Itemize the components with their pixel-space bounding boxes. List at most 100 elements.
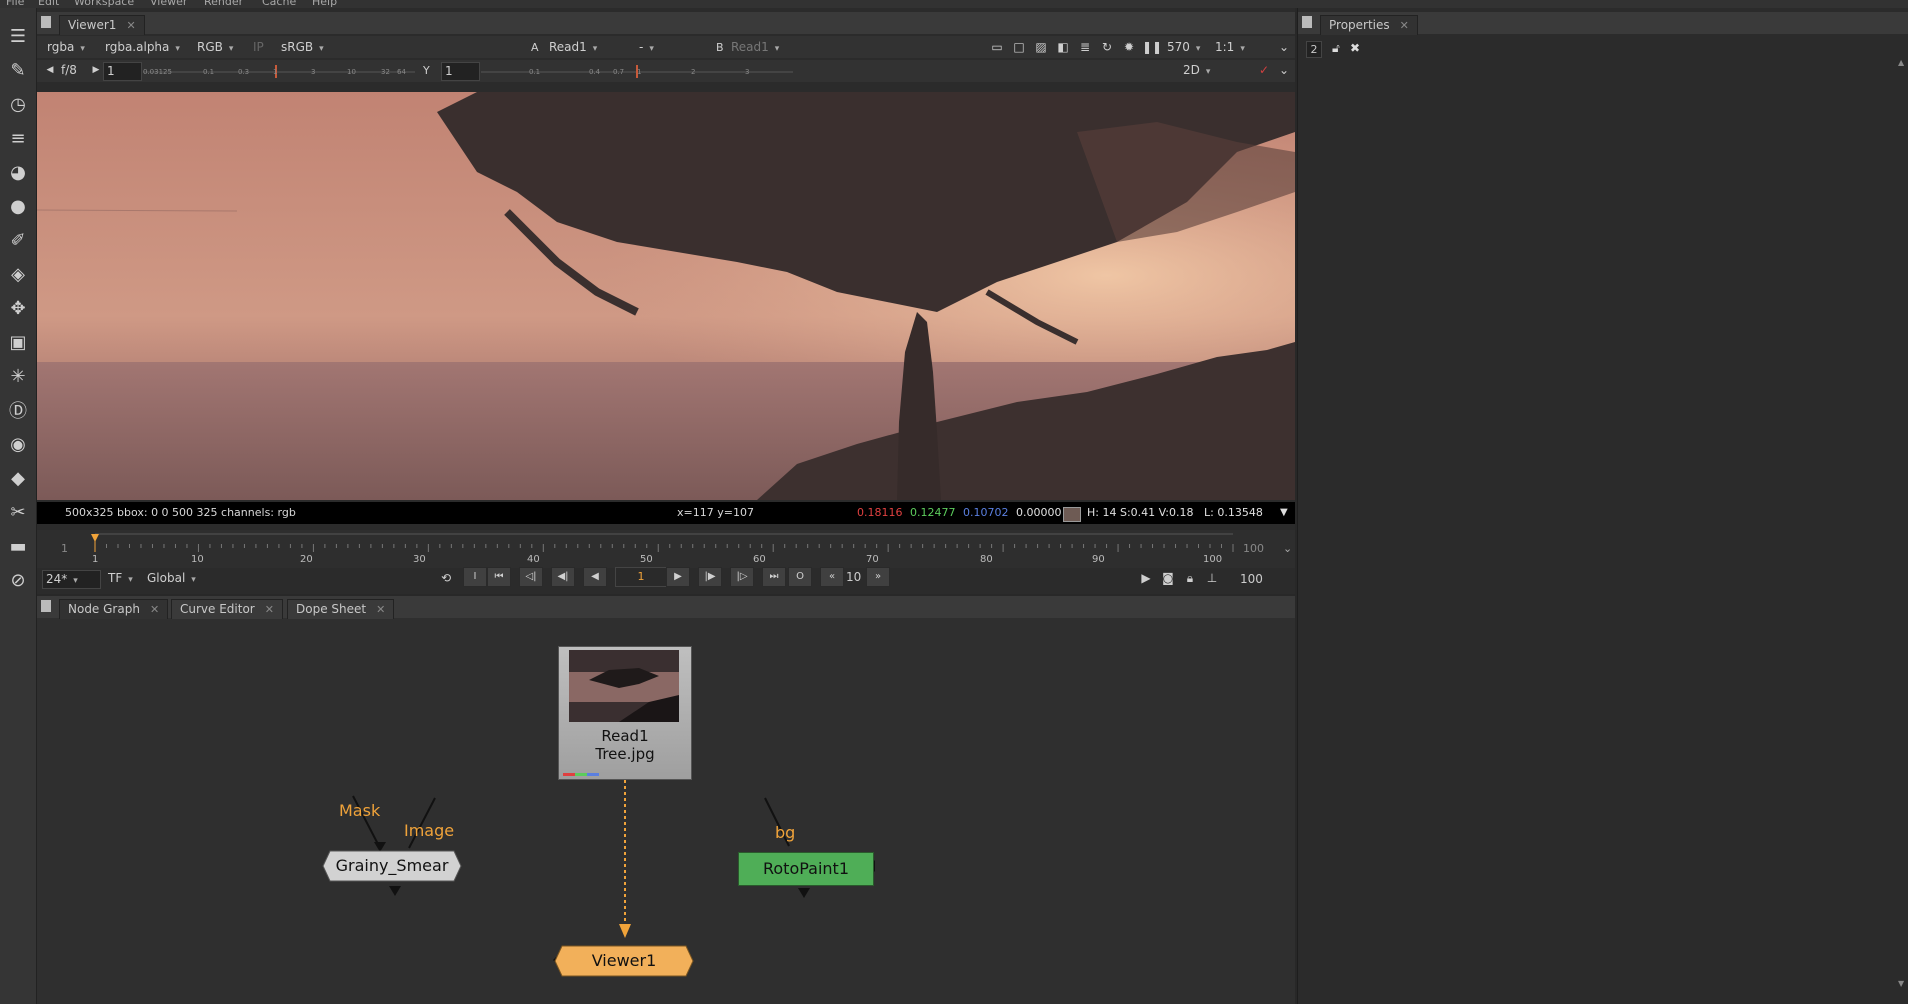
- lut-dropdown[interactable]: sRGB: [281, 39, 324, 56]
- menu-file[interactable]: File: [6, 0, 24, 8]
- record-icon[interactable]: ◙: [1159, 570, 1177, 587]
- tab-curve-editor[interactable]: Curve Editor ✕: [171, 599, 283, 619]
- first-frame-icon[interactable]: ⏮: [487, 567, 511, 587]
- menu-workspace[interactable]: Workspace: [74, 0, 134, 8]
- close-icon[interactable]: ✕: [376, 603, 385, 616]
- panel-menu-icon[interactable]: [41, 600, 51, 612]
- gamma-input[interactable]: 1: [441, 62, 480, 81]
- ratio-dropdown[interactable]: 1:1: [1215, 39, 1265, 56]
- alpha-dropdown[interactable]: rgba.alpha: [105, 39, 180, 56]
- panel-menu-icon[interactable]: [1302, 16, 1312, 28]
- pause-icon[interactable]: ❚❚: [1142, 39, 1162, 56]
- move-icon[interactable]: ✥: [4, 294, 32, 322]
- tf-dropdown[interactable]: TF: [108, 570, 133, 587]
- gain-input[interactable]: 1: [103, 62, 142, 81]
- last-frame-icon[interactable]: ⏭: [762, 567, 786, 587]
- pixel-coords: x=117 y=107: [677, 506, 754, 519]
- timeline-bar[interactable]: 1 100 1 10 20 30 40 50 60 70 80 90 100 ⌄: [37, 530, 1295, 568]
- stripes-icon[interactable]: ≣: [1076, 39, 1094, 56]
- rgb-dropdown[interactable]: RGB: [197, 39, 233, 56]
- end-frame-field[interactable]: 100: [1240, 572, 1263, 586]
- color-picker-icon[interactable]: ✓: [1255, 62, 1273, 79]
- read-node[interactable]: Read1 Tree.jpg: [558, 646, 692, 780]
- pen-icon[interactable]: ✎: [4, 56, 32, 84]
- tab-node-graph[interactable]: Node Graph ✕: [59, 599, 169, 619]
- fstop-value[interactable]: f/8: [61, 62, 77, 79]
- cube-icon[interactable]: ▣: [4, 328, 32, 356]
- loop-icon[interactable]: ⟲: [437, 570, 455, 587]
- menu-help[interactable]: Help: [312, 0, 337, 8]
- current-frame-field[interactable]: 1: [615, 567, 667, 587]
- step-back-icon[interactable]: «: [820, 567, 844, 587]
- range-icon[interactable]: ⊥: [1203, 570, 1221, 587]
- viewer-node[interactable]: Viewer1: [554, 945, 694, 977]
- roi-icon[interactable]: ▭: [988, 39, 1006, 56]
- ip-button[interactable]: IP: [253, 39, 264, 56]
- fstop-left-icon[interactable]: ◀: [41, 62, 59, 79]
- lock-icon[interactable]: 🔒︎: [1181, 570, 1199, 587]
- close-icon[interactable]: ✕: [126, 19, 135, 32]
- b-input-dropdown[interactable]: Read1: [731, 39, 801, 56]
- guides-icon[interactable]: □: [1010, 39, 1028, 56]
- fps-dropdown[interactable]: 24*: [42, 570, 101, 589]
- mask-icon[interactable]: ▨: [1032, 39, 1050, 56]
- zoom-dropdown[interactable]: 570: [1167, 39, 1200, 56]
- close-icon[interactable]: ✕: [1400, 19, 1409, 32]
- tab-properties[interactable]: Properties ✕: [1320, 15, 1418, 35]
- prev-frame-icon[interactable]: ◀|: [551, 567, 575, 587]
- grainy-smear-node[interactable]: Grainy_Smear: [322, 850, 462, 882]
- a-input-dropdown[interactable]: Read1: [549, 39, 619, 56]
- wipe-dropdown[interactable]: -: [639, 39, 689, 56]
- gear-icon[interactable]: ✹: [1120, 39, 1138, 56]
- menu-render[interactable]: Render: [204, 0, 243, 8]
- bars-icon[interactable]: ≡: [4, 124, 32, 152]
- flipbook-icon[interactable]: ▶: [1137, 570, 1155, 587]
- lock-icon[interactable]: 🔓︎: [1332, 41, 1340, 56]
- tab-viewer1[interactable]: Viewer1 ✕: [59, 15, 145, 35]
- max-panels-field[interactable]: 2: [1306, 41, 1322, 58]
- eye-icon[interactable]: ◉: [4, 430, 32, 458]
- rotopaint-node[interactable]: RotoPaint1: [738, 852, 874, 886]
- properties-scrollbar[interactable]: ▲ ▼: [1898, 58, 1906, 988]
- next-keyframe-icon[interactable]: |▷: [730, 567, 754, 587]
- particles-icon[interactable]: ✳: [4, 362, 32, 390]
- close-icon[interactable]: ✕: [150, 603, 159, 616]
- step-forward-icon[interactable]: »: [866, 567, 890, 587]
- prev-keyframe-icon[interactable]: ◁|: [519, 567, 543, 587]
- tab-dope-sheet[interactable]: Dope Sheet ✕: [287, 599, 395, 619]
- tag-icon[interactable]: ◆: [4, 464, 32, 492]
- out-point-button[interactable]: O: [788, 567, 812, 587]
- close-icon[interactable]: ✕: [265, 603, 274, 616]
- read-node-name: Read1: [601, 727, 649, 745]
- viewer-image[interactable]: [37, 92, 1295, 500]
- in-point-button[interactable]: I: [463, 567, 487, 587]
- clock-icon[interactable]: ◷: [4, 90, 32, 118]
- play-backward-icon[interactable]: ◀: [583, 567, 607, 587]
- overlay-icon[interactable]: ◧: [1054, 39, 1072, 56]
- panel-menu-icon[interactable]: [41, 16, 51, 28]
- chevron-down-icon[interactable]: ⌄: [1275, 62, 1293, 79]
- layers-icon[interactable]: ◈: [4, 260, 32, 288]
- chevron-down-icon[interactable]: ⌄: [1283, 542, 1292, 555]
- deep-icon[interactable]: Ⓓ: [4, 396, 32, 424]
- film-icon[interactable]: ▬: [4, 532, 32, 560]
- nuke-icon[interactable]: ⊘: [4, 566, 32, 594]
- circle-icon[interactable]: ●: [4, 192, 32, 220]
- refresh-icon[interactable]: ↻: [1098, 39, 1116, 56]
- scope-dropdown[interactable]: Global: [147, 570, 196, 587]
- chevron-down-icon[interactable]: ⌄: [1275, 39, 1293, 56]
- play-forward-icon[interactable]: ▶: [666, 567, 690, 587]
- wrench-icon[interactable]: ✂: [4, 498, 32, 526]
- channels-dropdown[interactable]: rgba: [47, 39, 85, 56]
- status-menu-icon[interactable]: ▼: [1280, 502, 1288, 524]
- step-field[interactable]: 10: [846, 570, 861, 584]
- menu-viewer[interactable]: Viewer: [150, 0, 187, 8]
- menu-cache[interactable]: Cache: [262, 0, 296, 8]
- view-mode-dropdown[interactable]: 2D: [1183, 62, 1239, 79]
- clear-panels-icon[interactable]: ✖: [1350, 41, 1360, 55]
- next-frame-icon[interactable]: |▶: [698, 567, 722, 587]
- palette-icon[interactable]: ◕: [4, 158, 32, 186]
- menu-icon[interactable]: ☰: [4, 22, 32, 50]
- draw-icon[interactable]: ✐: [4, 226, 32, 254]
- menu-edit[interactable]: Edit: [38, 0, 59, 8]
